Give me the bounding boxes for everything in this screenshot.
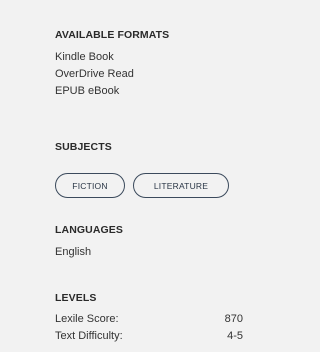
levels-table: Lexile Score: 870 Text Difficulty: 4-5 (55, 311, 243, 345)
level-row-text-difficulty: Text Difficulty: 4-5 (55, 328, 243, 345)
languages-section: LANGUAGES English (55, 224, 123, 261)
subject-tags: FICTION LITERATURE (55, 173, 229, 198)
format-item-epub: EPUB eBook (55, 85, 120, 97)
levels-heading: LEVELS (55, 292, 97, 304)
level-row-lexile: Lexile Score: 870 (55, 311, 243, 328)
levels-section: LEVELS (55, 292, 96, 304)
lexile-score-label: Lexile Score: (55, 313, 119, 325)
formats-list: Kindle Book OverDrive Read EPUB eBook (55, 49, 169, 100)
languages-heading: LANGUAGES (55, 224, 123, 236)
available-formats-heading: AVAILABLE FORMATS (55, 29, 170, 41)
lexile-score-value: 870 (224, 313, 243, 325)
subjects-heading: SUBJECTS (55, 141, 112, 153)
text-difficulty-value: 4-5 (227, 330, 243, 342)
subject-tag-literature[interactable]: LITERATURE (133, 173, 229, 198)
subject-tag-fiction[interactable]: FICTION (55, 173, 125, 198)
format-item-overdrive-read: OverDrive Read (55, 68, 134, 80)
text-difficulty-label: Text Difficulty: (55, 330, 123, 342)
book-details-panel: AVAILABLE FORMATS Kindle Book OverDrive … (0, 0, 259, 352)
language-item-english: English (55, 246, 92, 258)
format-item-kindle: Kindle Book (55, 51, 114, 63)
available-formats-section: AVAILABLE FORMATS Kindle Book OverDrive … (55, 29, 169, 100)
languages-list: English (55, 244, 123, 261)
subjects-section: SUBJECTS FICTION LITERATURE (55, 141, 229, 198)
